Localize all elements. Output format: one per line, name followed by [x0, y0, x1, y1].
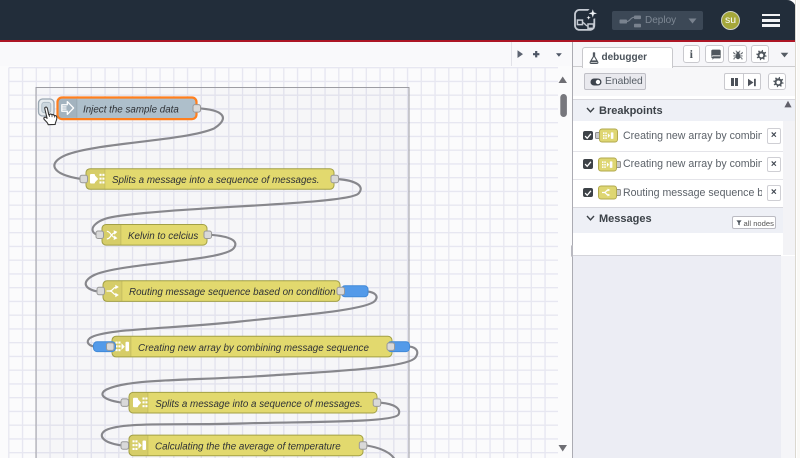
svg-text:Kelvin to celcius: Kelvin to celcius	[128, 231, 198, 242]
svg-text:Splits a message into a sequen: Splits a message into a sequence of mess…	[155, 399, 363, 410]
svg-text:Routing message sequence based: Routing message sequence based on condit…	[129, 287, 335, 298]
svg-text:Creating new array by combinin: Creating new array by combining message …	[138, 343, 369, 354]
svg-text:Calculating the the average of: Calculating the the average of temperatu…	[155, 441, 341, 452]
svg-text:Splits a message into a sequen: Splits a message into a sequence of mess…	[112, 175, 320, 186]
svg-text:Inject the sample data: Inject the sample data	[83, 104, 179, 115]
